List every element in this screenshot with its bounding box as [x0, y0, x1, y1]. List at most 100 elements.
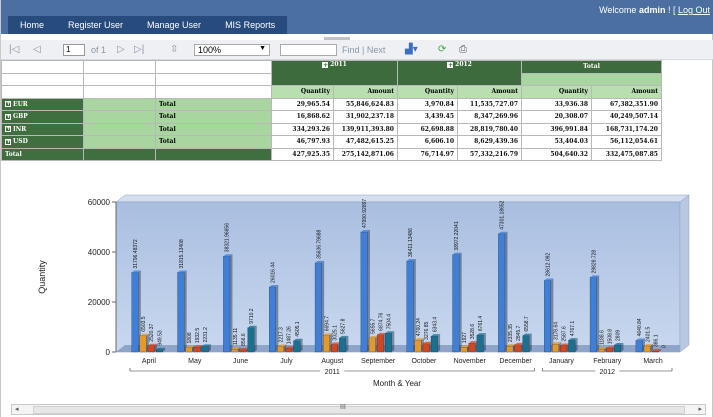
y-tick-label: 40000: [88, 248, 111, 257]
bar: [589, 277, 597, 353]
find-link[interactable]: Find: [342, 45, 360, 55]
bar: [293, 340, 301, 353]
logout-link[interactable]: Log Out: [678, 5, 710, 15]
data-label: 1808: [187, 332, 193, 343]
group-label: 2012: [599, 369, 615, 376]
find-input[interactable]: [280, 44, 337, 56]
prev-page-icon[interactable]: ◁: [33, 40, 41, 60]
row-subtotal-label: Total: [155, 110, 272, 124]
data-label: 31796.48372: [133, 239, 139, 268]
refresh-icon[interactable]: ⟳: [438, 40, 446, 60]
expand-icon: +: [5, 125, 12, 133]
bar-side: [437, 334, 441, 352]
x-tick-label: March: [643, 358, 663, 365]
cell: 28,819,780.40: [457, 122, 522, 136]
cell: 504,640.32: [521, 147, 592, 161]
export-icon[interactable]: ▟▾: [405, 40, 418, 60]
cell: 20,308.07: [521, 110, 592, 124]
row-header-inr[interactable]: + INR: [1, 122, 84, 136]
cell: 33,936.38: [521, 97, 592, 111]
data-label: 3276.85: [424, 322, 430, 340]
bar: [360, 231, 368, 353]
scroll-right-icon[interactable]: ▸: [698, 405, 702, 414]
cell: 67,382,351.90: [591, 97, 662, 111]
nav-home[interactable]: Home: [8, 16, 56, 34]
data-label: 386.1: [653, 334, 659, 347]
first-page-icon[interactable]: |◁: [9, 40, 19, 60]
bar-side: [575, 338, 578, 352]
x-tick-label: September: [361, 358, 396, 365]
amount-header: Amount: [591, 85, 662, 99]
bar: [131, 272, 139, 353]
data-label: 6343.4: [432, 317, 438, 333]
cell: 16,868.62: [271, 110, 334, 124]
data-label: 2401.5: [645, 326, 651, 342]
data-label: 26016.44: [271, 262, 277, 283]
data-label: 2845.7: [516, 325, 522, 341]
zoom-value: 100%: [198, 45, 222, 55]
row-header-usd[interactable]: + USD: [1, 135, 84, 149]
bar-side: [529, 333, 532, 352]
find-next-link[interactable]: Next: [367, 45, 386, 55]
nav-mis-reports[interactable]: MIS Reports: [213, 16, 287, 34]
measure-header-row: Quantity Amount Quantity Amount Quantity…: [1, 85, 662, 99]
bar: [544, 280, 551, 353]
year-2012-header[interactable]: +2012: [397, 60, 522, 86]
data-label: 6694.7: [324, 316, 330, 332]
find-links: Find | Next: [342, 40, 385, 60]
nav-manage-user[interactable]: Manage User: [135, 16, 213, 34]
bar: [514, 344, 522, 353]
bar: [185, 347, 193, 353]
welcome-message: Welcome admin ! [ Log Out: [599, 5, 710, 15]
year-2011-header[interactable]: +2011: [271, 60, 398, 86]
horizontal-scrollbar[interactable]: ◂ III ▸: [11, 404, 706, 415]
bar: [331, 344, 338, 353]
bar: [277, 346, 285, 353]
bar: [147, 345, 155, 353]
data-label: 2231.2: [203, 327, 209, 343]
scroll-left-icon[interactable]: ◂: [15, 405, 19, 414]
toggle-parameters-icon[interactable]: ⇳: [170, 40, 178, 60]
data-label: 5627.8: [341, 318, 347, 334]
data-label: 38972.22041: [454, 221, 460, 250]
x-tick-label: February: [593, 358, 622, 365]
row-header-eur[interactable]: + EUR: [1, 97, 84, 111]
bar: [460, 347, 468, 353]
bar-side: [254, 325, 257, 352]
cell: 29,965.54: [271, 97, 334, 111]
data-label: 4640.84: [637, 318, 643, 336]
expand-icon: +: [5, 112, 12, 120]
data-label: 1932.5: [195, 328, 201, 344]
report-toolbar: |◁ ◁ 1 of 1 ▷ ▷| ⇳ 100% ▼ Find | Next ▟▾…: [1, 40, 713, 60]
data-label: 3528.6: [470, 324, 476, 340]
x-axis-label: Month & Year: [373, 379, 421, 388]
data-label: 2809: [616, 330, 622, 341]
data-label: 6558.7: [524, 316, 530, 332]
bar: [552, 343, 560, 353]
cell: 62,698.88: [397, 122, 458, 136]
zoom-select[interactable]: 100% ▼: [194, 44, 270, 56]
expand-icon: +: [5, 100, 12, 108]
next-page-icon[interactable]: ▷: [117, 40, 125, 60]
data-label: 1927: [462, 332, 468, 343]
page-number-input[interactable]: 1: [63, 44, 85, 56]
bar: [643, 345, 651, 353]
cell: 56,112,054.61: [591, 135, 662, 149]
bar: [568, 339, 576, 353]
scrollbar-thumb[interactable]: III: [33, 404, 685, 414]
row-subtotal-label: Total: [155, 122, 272, 136]
cell: 332,475,087.85: [591, 147, 662, 161]
expand-icon: +: [5, 137, 12, 145]
data-label: 28612.092: [546, 253, 552, 277]
data-label: 31815.13408: [179, 239, 185, 268]
cell: 3,439.45: [397, 110, 458, 124]
x-tick-label: July: [280, 358, 293, 365]
nav-register-user[interactable]: Register User: [56, 16, 135, 34]
print-icon[interactable]: ⎙: [459, 40, 467, 60]
row-header-gbp[interactable]: + GBP: [1, 110, 84, 124]
data-label: 4505.1: [295, 321, 301, 337]
data-label: 6503.5: [141, 316, 147, 332]
cell: 168,731,174.20: [591, 122, 662, 136]
bar: [339, 337, 347, 353]
last-page-icon[interactable]: ▷|: [134, 40, 144, 60]
